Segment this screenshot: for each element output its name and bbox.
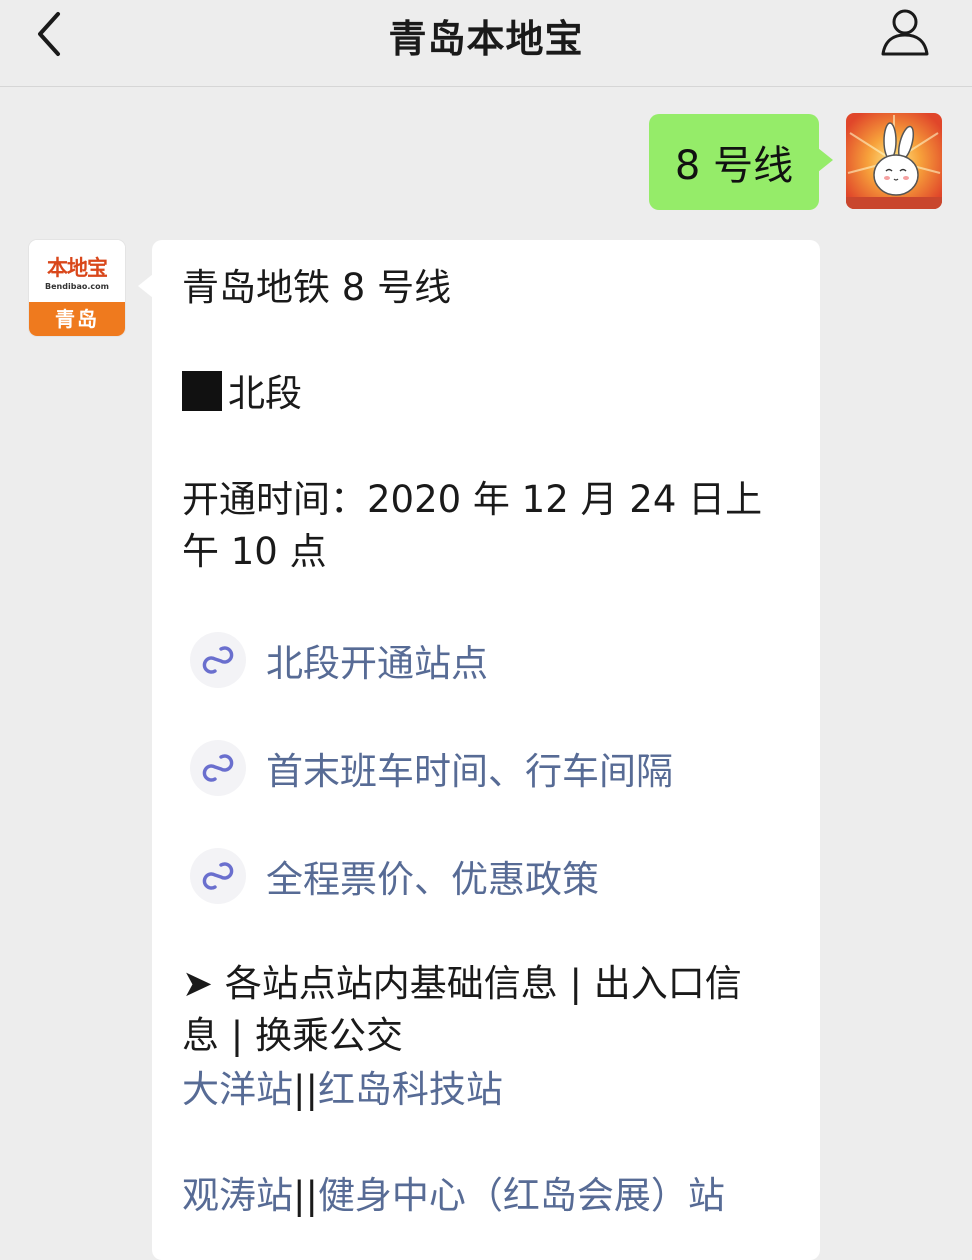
station-links-row-2: 观涛站||健身中心（红岛会展）站 bbox=[182, 1170, 725, 1222]
page-title: 青岛本地宝 bbox=[388, 17, 584, 61]
mini-program-link-north-stations[interactable]: 北段开通站点 bbox=[190, 630, 488, 690]
official-account-avatar[interactable]: 本地宝 Bendibao.com 青岛 bbox=[29, 240, 125, 336]
black-square-icon bbox=[182, 371, 222, 411]
section-heading-text: 北段 bbox=[228, 372, 302, 415]
mini-program-icon bbox=[190, 632, 246, 688]
avatar-city-text: 青岛 bbox=[29, 302, 125, 336]
opening-time-line-1: 开通时间：2020 年 12 月 24 日上 bbox=[182, 478, 763, 521]
mini-program-link-fares[interactable]: 全程票价、优惠政策 bbox=[190, 846, 599, 906]
opening-time-line-2: 午 10 点 bbox=[182, 530, 327, 573]
avatar-url-text: Bendibao.com bbox=[45, 282, 109, 291]
outgoing-message-bubble[interactable]: 8 号线 bbox=[649, 114, 833, 210]
message-title: 青岛地铁 8 号线 bbox=[182, 266, 452, 309]
station-info-heading-line-1: ➤ 各站点站内基础信息 | 出入口信 bbox=[182, 962, 742, 1005]
outgoing-message-text: 8 号线 bbox=[674, 143, 794, 189]
person-icon bbox=[881, 9, 929, 56]
station-link-hongdao-tech[interactable]: 红岛科技站 bbox=[318, 1068, 503, 1111]
section-heading: 北段 bbox=[182, 368, 302, 420]
station-link-dayang[interactable]: 大洋站 bbox=[182, 1068, 293, 1111]
mini-link-label: 北段开通站点 bbox=[266, 642, 488, 685]
mini-program-icon bbox=[190, 740, 246, 796]
mini-link-label: 首末班车时间、行车间隔 bbox=[266, 750, 673, 793]
top-navigation-bar: 青岛本地宝 bbox=[0, 0, 972, 87]
mini-link-label: 全程票价、优惠政策 bbox=[266, 858, 599, 901]
station-link-guantao[interactable]: 观涛站 bbox=[182, 1174, 293, 1217]
user-avatar[interactable] bbox=[846, 113, 942, 209]
rabbit-avatar-image bbox=[846, 113, 942, 209]
avatar-brand-text: 本地宝 bbox=[47, 255, 108, 280]
station-link-fitness-center[interactable]: 健身中心（红岛会展）站 bbox=[318, 1174, 725, 1217]
mini-program-link-timetable[interactable]: 首末班车时间、行车间隔 bbox=[190, 738, 673, 798]
mini-program-icon bbox=[190, 848, 246, 904]
station-info-heading-line-2: 息 | 换乘公交 bbox=[182, 1014, 403, 1057]
profile-button[interactable] bbox=[878, 6, 932, 58]
station-links-row-1: 大洋站||红岛科技站 bbox=[182, 1064, 503, 1116]
station-separator: || bbox=[293, 1068, 318, 1111]
station-separator: || bbox=[293, 1174, 318, 1217]
